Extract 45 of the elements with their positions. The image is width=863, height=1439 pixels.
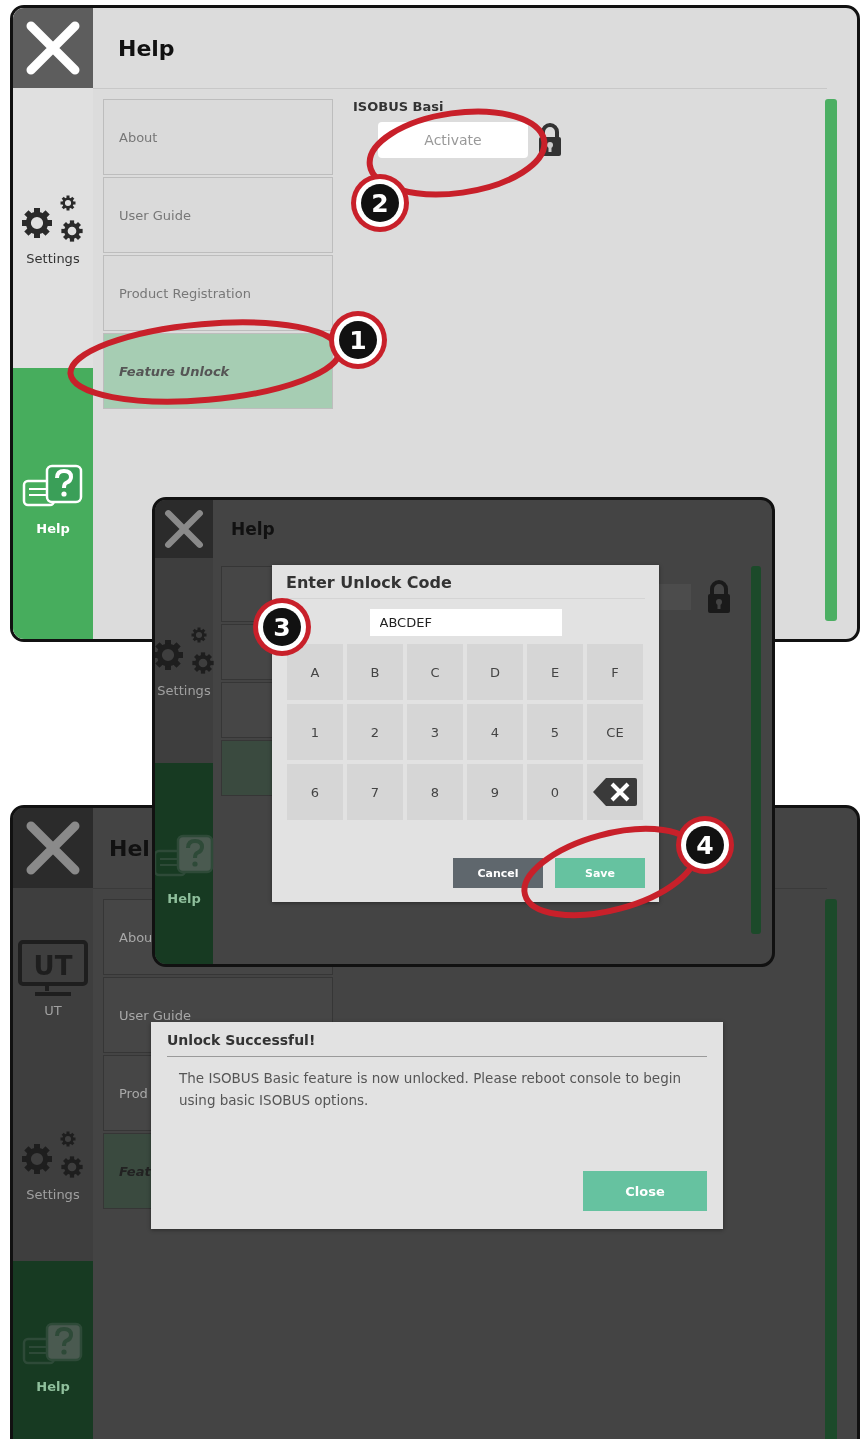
close-button[interactable] <box>155 500 213 558</box>
keypad-key[interactable]: B <box>347 644 403 700</box>
keypad-key[interactable]: 2 <box>347 704 403 760</box>
keypad-key[interactable]: F <box>587 644 643 700</box>
keypad-key[interactable]: 0 <box>527 764 583 820</box>
callout-number: 1 <box>329 311 387 369</box>
scrollbar[interactable] <box>825 99 837 621</box>
keypad-key[interactable]: 6 <box>287 764 343 820</box>
close-icon <box>25 820 81 876</box>
sidebar-item[interactable]: Settings <box>13 88 93 368</box>
callout-number: 3 <box>253 598 311 656</box>
keypad-key[interactable]: A <box>287 644 343 700</box>
sidebar-item[interactable]: Settings <box>13 1068 93 1261</box>
keypad-key[interactable]: 5 <box>527 704 583 760</box>
callout-number: 2 <box>351 174 409 232</box>
code-field[interactable]: ABCDEF <box>369 609 562 636</box>
keypad-key[interactable]: 7 <box>347 764 403 820</box>
sidebar-item[interactable]: Settings <box>155 558 213 763</box>
scrollbar[interactable] <box>751 566 761 934</box>
menu-item[interactable]: Feature Unlock <box>103 333 333 409</box>
callout-number: 4 <box>676 816 734 874</box>
feature-name: ISOBUS Basi <box>353 99 445 114</box>
keypad-key[interactable]: 1 <box>287 704 343 760</box>
keypad-key[interactable]: 9 <box>467 764 523 820</box>
cancel-button[interactable]: Cancel <box>453 858 543 888</box>
close-button[interactable] <box>13 8 93 88</box>
dialog-message: The ISOBUS Basic feature is now unlocked. Please reboot console to begin using basic ISOBUS options. <box>178 1069 682 1110</box>
keypad-key[interactable]: C <box>407 644 463 700</box>
keypad-key[interactable]: CE <box>587 704 643 760</box>
close-button[interactable] <box>13 808 93 888</box>
keypad-key[interactable]: 8 <box>407 764 463 820</box>
scrollbar[interactable] <box>825 899 837 1439</box>
keypad-key[interactable]: 3 <box>407 704 463 760</box>
dialog-title: Enter Unlock Code <box>286 573 645 599</box>
keypad-key[interactable]: E <box>527 644 583 700</box>
screen-title: Help <box>118 35 175 61</box>
backspace-key[interactable] <box>587 764 643 820</box>
sidebar-item[interactable]: Help <box>13 1261 93 1439</box>
keypad-key[interactable]: D <box>467 644 523 700</box>
close-icon <box>25 20 81 76</box>
dialog-title: Unlock Successful! <box>167 1032 707 1057</box>
backspace-icon <box>592 777 638 807</box>
keypad-key[interactable]: 4 <box>467 704 523 760</box>
close-icon <box>164 509 204 549</box>
sidebar-item[interactable]: Help <box>155 763 213 964</box>
